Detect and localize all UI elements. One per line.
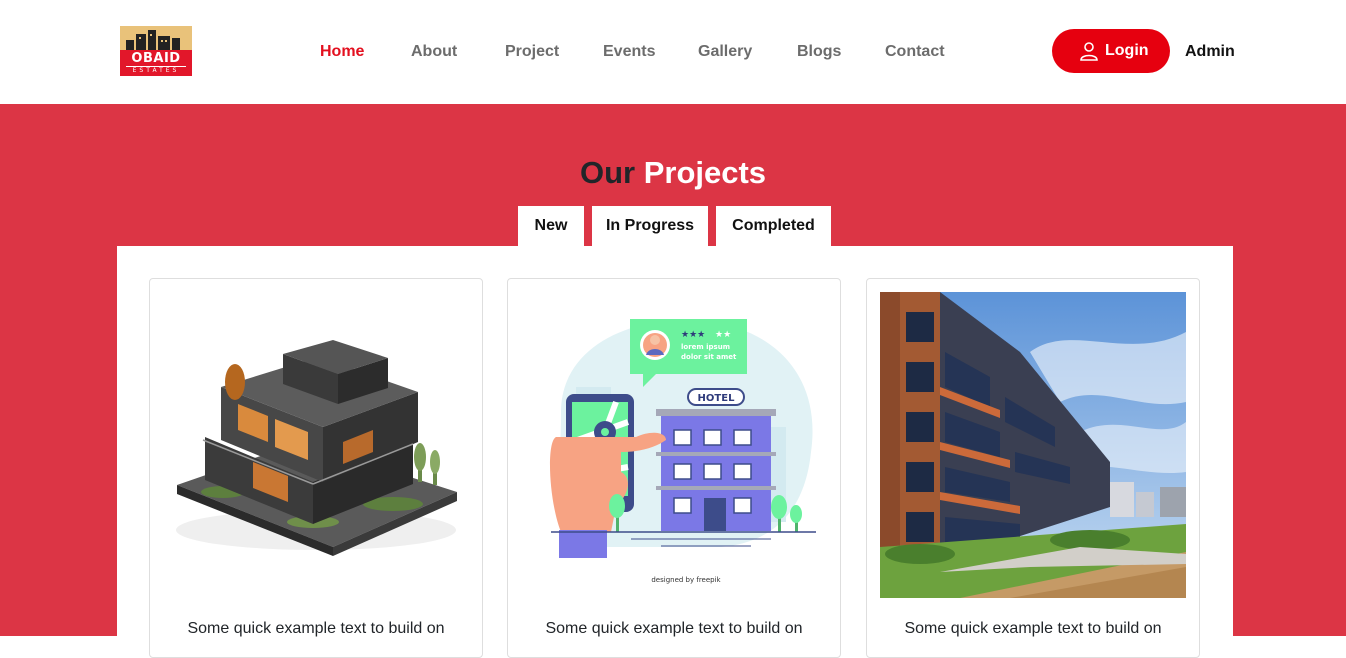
brand-name: OBAID [131,51,181,66]
login-button[interactable]: Login [1052,29,1170,73]
svg-text:★★: ★★ [715,330,731,340]
card-text: Some quick example text to build on [545,620,803,637]
projects-panel: Some quick example text to build on ★★★ … [117,246,1233,658]
svg-text:dolor sit amet: dolor sit amet [681,353,737,361]
hotel-map-image: ★★★ ★★ lorem ipsum dolor sit amet HOTEL [549,319,816,584]
section-title: Our Projects [579,155,767,190]
navbar: OBAID ESTATES Home About Project Events … [0,0,1346,104]
projects-section: Our Projects New In Progress Completed S… [0,104,1346,658]
svg-text:designed by freepik: designed by freepik [651,576,721,584]
svg-text:lorem ipsum: lorem ipsum [681,343,730,351]
card-text: Some quick example text to build on [187,620,445,637]
nav-home[interactable]: Home [320,42,364,62]
tab-new[interactable]: New [518,206,584,246]
brand-sub: ESTATES [126,66,186,75]
nav-contact[interactable]: Contact [885,42,945,62]
project-card[interactable]: Some quick example text to build on [866,278,1200,658]
nav-blogs[interactable]: Blogs [797,42,841,62]
tab-completed[interactable]: Completed [716,206,831,246]
apartment-image [880,292,1186,598]
user-icon [1080,42,1098,61]
svg-text:HOTEL: HOTEL [698,393,736,404]
project-card[interactable]: Some quick example text to build on [149,278,483,658]
admin-link[interactable]: Admin [1185,42,1235,62]
svg-text:★★★: ★★★ [681,330,705,340]
nav-about[interactable]: About [411,42,457,62]
project-card[interactable]: ★★★ ★★ lorem ipsum dolor sit amet HOTEL [507,278,841,658]
nav-project[interactable]: Project [505,42,559,62]
tab-in-progress[interactable]: In Progress [592,206,708,246]
login-label: Login [1105,42,1149,59]
card-text: Some quick example text to build on [904,620,1162,637]
nav-events[interactable]: Events [603,42,655,62]
brand-logo[interactable]: OBAID ESTATES [120,26,192,76]
nav-gallery[interactable]: Gallery [698,42,752,62]
modern-house-image [176,340,457,556]
